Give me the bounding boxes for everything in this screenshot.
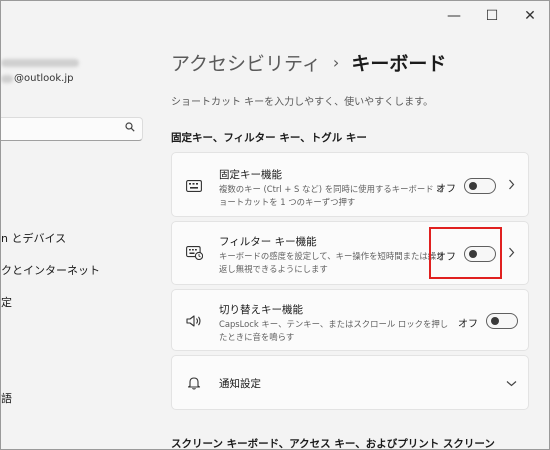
toggle-keys-card: 切り替えキー機能 CapsLock キー、テンキー、またはスクロール ロックを押… — [171, 289, 529, 351]
highlight-annotation-box — [429, 227, 502, 279]
window-controls: — ☐ ✕ — [435, 1, 549, 31]
chevron-right-icon[interactable] — [508, 179, 515, 193]
close-icon: ✕ — [524, 8, 536, 24]
toggle-keys-toggle[interactable] — [486, 313, 518, 329]
section-heading-toggle-keys: 固定キー、フィルター キー、トグル キー — [171, 132, 367, 144]
notification-settings-title: 通知設定 — [219, 378, 261, 390]
minimize-icon: — — [447, 8, 461, 24]
filter-keys-description: キーボードの感度を設定して、キー操作を短時間または繰り返し無視できるようにします — [219, 251, 445, 274]
sticky-keys-toggle[interactable] — [464, 178, 496, 194]
chevron-right-icon: › — [332, 53, 340, 72]
account-name-redacted — [1, 59, 79, 67]
breadcrumb-parent[interactable]: アクセシビリティ — [171, 49, 321, 76]
toggle-keys-description: CapsLock キー、テンキー、またはスクロール ロックを押したときに音を鳴ら… — [219, 319, 449, 342]
sidebar-item-personalization[interactable]: 定 — [1, 294, 12, 310]
toggle-keys-state: オフ — [458, 319, 478, 330]
minimize-button[interactable]: — — [435, 1, 473, 31]
maximize-icon: ☐ — [485, 8, 499, 24]
section-heading-onscreen-keyboard: スクリーン キーボード、アクセス キー、およびプリント スクリーン — [171, 438, 495, 450]
chevron-right-icon[interactable] — [508, 247, 515, 261]
settings-window: — ☐ ✕ @outlook.jp n とデバイス クとインターネット 定 語 … — [0, 0, 550, 450]
keyboard-icon — [185, 179, 203, 193]
maximize-button[interactable]: ☐ — [473, 1, 511, 31]
search-icon[interactable] — [125, 122, 135, 135]
sidebar-item-network[interactable]: クとインターネット — [1, 262, 100, 278]
filter-keys-title: フィルター キー機能 — [219, 236, 317, 248]
page-title: キーボード — [351, 53, 447, 75]
speaker-icon — [185, 314, 203, 328]
account-email-redacted — [1, 74, 13, 83]
sticky-keys-state: オフ — [436, 184, 456, 195]
breadcrumb: アクセシビリティ › キーボード — [171, 49, 446, 76]
sticky-keys-title: 固定キー機能 — [219, 169, 282, 181]
sticky-keys-description: 複数のキー (Ctrl + S など) を同時に使用するキーボード ショートカッ… — [219, 184, 445, 207]
sidebar-item-language[interactable]: 語 — [1, 390, 12, 406]
notification-settings-card[interactable]: 通知設定 — [171, 355, 529, 410]
sidebar-item-devices[interactable]: n とデバイス — [1, 230, 66, 246]
chevron-down-icon[interactable] — [506, 376, 517, 390]
toggle-keys-title: 切り替えキー機能 — [219, 304, 303, 316]
bell-icon — [185, 376, 203, 390]
close-button[interactable]: ✕ — [511, 1, 549, 31]
sticky-keys-card[interactable]: 固定キー機能 複数のキー (Ctrl + S など) を同時に使用するキーボード… — [171, 152, 529, 217]
account-email: @outlook.jp — [14, 73, 74, 84]
keyboard-clock-icon — [185, 246, 203, 260]
settings-search-input[interactable] — [1, 117, 143, 141]
page-subtitle: ショートカット キーを入力しやすく、使いやすくします。 — [171, 97, 434, 108]
